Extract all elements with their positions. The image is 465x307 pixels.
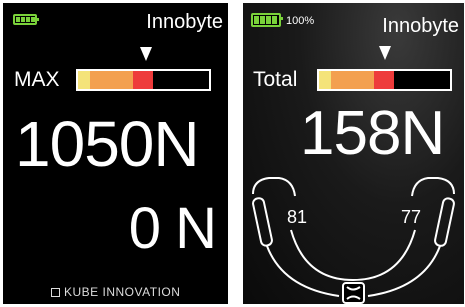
left-sensor-pad-icon xyxy=(252,197,273,247)
secondary-force-value: 0 N xyxy=(128,196,217,261)
gauge-segment-orange xyxy=(89,71,133,89)
device-screen-max: Innobyte MAX 1050N 0 N KUBE INNOVATION xyxy=(3,3,228,304)
footer-text: KUBE INNOVATION xyxy=(64,285,181,299)
brand-name: Innobyte xyxy=(146,11,223,33)
gauge-segment-orange xyxy=(330,71,374,89)
gauge-pointer-icon xyxy=(379,46,391,60)
gauge-pointer-icon xyxy=(140,47,152,61)
right-sensor-pad-icon xyxy=(434,197,455,247)
arch-outer-left xyxy=(266,245,340,297)
connector-icon xyxy=(342,282,365,304)
primary-force-value: 1050N xyxy=(15,108,200,180)
battery-icon xyxy=(251,13,283,27)
brand-name: Innobyte xyxy=(382,15,459,37)
footer-brand: KUBE INNOVATION xyxy=(51,285,180,299)
battery-icon xyxy=(13,14,39,25)
arch-inner xyxy=(290,229,416,282)
total-force-value: 158N xyxy=(300,99,445,168)
gauge-segment-red xyxy=(133,71,153,89)
device-screen-total: 100% Innobyte Total 158N 81 77 xyxy=(243,3,464,304)
gauge-segment-yellow xyxy=(319,71,331,89)
arch-upper-left xyxy=(252,177,296,197)
gauge-label: Total xyxy=(253,68,298,91)
jaw-arch-diagram xyxy=(252,177,455,304)
arch-upper-right xyxy=(411,177,455,197)
force-gauge xyxy=(317,69,452,91)
force-gauge xyxy=(76,69,211,91)
gauge-segment-yellow xyxy=(78,71,90,89)
gauge-label: MAX xyxy=(14,68,60,91)
gauge-segment-red xyxy=(374,71,394,89)
right-force-value: 77 xyxy=(401,207,422,227)
left-force-value: 81 xyxy=(287,207,308,227)
logo-icon xyxy=(51,287,60,297)
battery-percent: 100% xyxy=(286,15,315,27)
